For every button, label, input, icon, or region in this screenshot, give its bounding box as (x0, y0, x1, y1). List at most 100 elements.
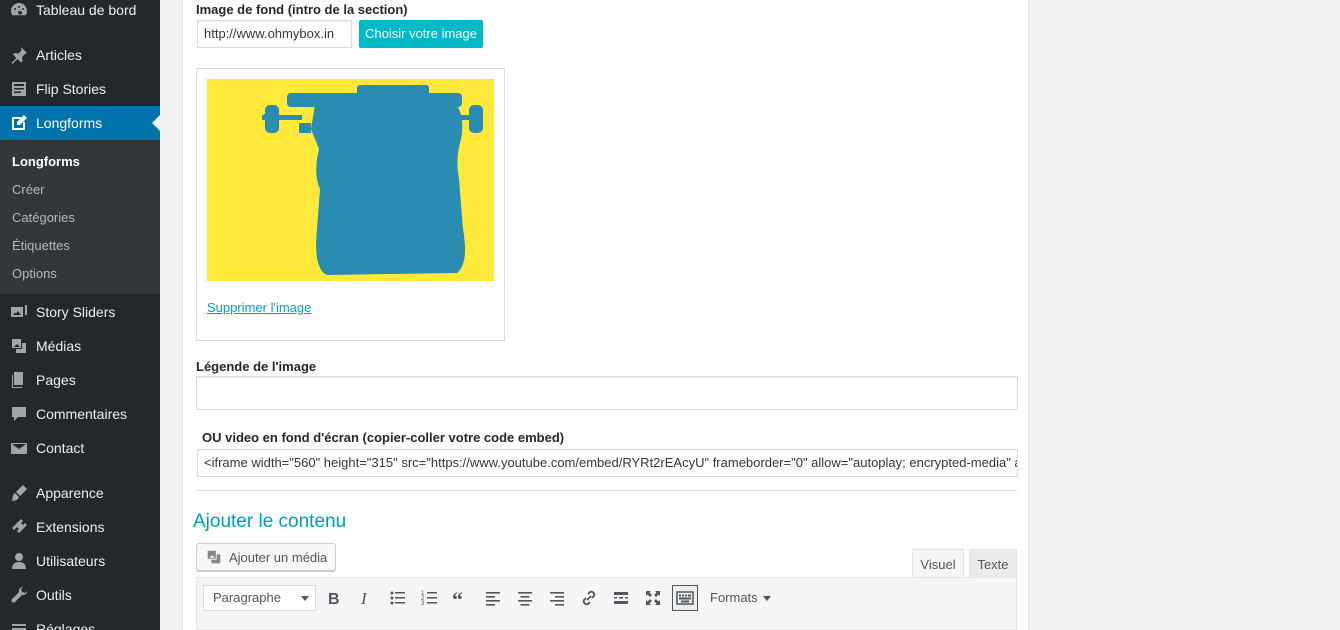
align-right-icon (550, 592, 564, 606)
numbered-list-button[interactable]: 123 (417, 585, 443, 611)
image-preview-box: Supprimer l'image (196, 68, 505, 341)
menu-label: Commentaires (36, 406, 128, 422)
italic-button[interactable]: I (352, 585, 378, 611)
menu-extensions[interactable]: Extensions (0, 510, 160, 544)
align-left-icon (486, 592, 500, 606)
menu-articles[interactable]: Articles (0, 38, 160, 72)
fullscreen-icon (646, 591, 660, 605)
formats-menu[interactable]: Formats (710, 585, 771, 611)
menu-longforms[interactable]: Longforms (0, 106, 160, 140)
menu-commentaires[interactable]: Commentaires (0, 397, 160, 431)
pages-icon (0, 370, 36, 390)
settings-icon (0, 619, 36, 630)
svg-text:B: B (328, 591, 340, 607)
caption-input[interactable] (196, 376, 1018, 410)
bg-image-url-input[interactable]: http://www.ohmybox.in (197, 20, 352, 48)
media-icon (207, 550, 221, 564)
add-media-button[interactable]: Ajouter un média (196, 543, 337, 571)
align-left-button[interactable] (480, 585, 506, 611)
admin-sidebar: Tableau de bord Articles Flip Stories Lo… (0, 0, 160, 630)
menu-flip-stories[interactable]: Flip Stories (0, 72, 160, 106)
mail-icon (0, 438, 36, 458)
divider (196, 490, 1017, 491)
user-icon (0, 551, 36, 571)
menu-dashboard[interactable]: Tableau de bord (0, 0, 160, 27)
align-right-button[interactable] (544, 585, 570, 611)
bold-button[interactable]: B (321, 585, 347, 611)
formats-label: Formats (710, 590, 758, 605)
longforms-submenu: Longforms Créer Catégories Étiquettes Op… (0, 140, 160, 294)
tab-visual[interactable]: Visuel (912, 549, 964, 578)
document-icon (0, 79, 36, 99)
chevron-down-icon (301, 596, 309, 601)
submenu-longforms[interactable]: Longforms (12, 154, 80, 169)
menu-story-sliders[interactable]: Story Sliders (0, 295, 160, 329)
fullscreen-button[interactable] (640, 585, 666, 611)
submenu-creer[interactable]: Créer (12, 182, 45, 197)
video-embed-label: OU video en fond d'écran (copier-coller … (202, 430, 565, 445)
menu-label: Médias (36, 338, 82, 354)
format-select-value: Paragraphe (213, 590, 281, 605)
metabox-panel: Image de fond (intro de la section) http… (182, 0, 1029, 630)
svg-text:“: “ (452, 589, 463, 607)
caption-label: Légende de l'image (196, 359, 317, 374)
menu-label: Story Sliders (36, 304, 116, 320)
menu-reglages[interactable]: Réglages (0, 612, 160, 630)
menu-label: Extensions (36, 519, 105, 535)
blockquote-button[interactable]: “ (448, 585, 474, 611)
svg-text:I: I (360, 589, 368, 607)
editor-toolbar: Paragraphe B I 123 “ Formats (196, 577, 1017, 630)
dashboard-icon (0, 0, 36, 20)
menu-medias[interactable]: Médias (0, 329, 160, 363)
menu-label: Tableau de bord (36, 2, 137, 18)
video-embed-input[interactable]: <iframe width="560" height="315" src="ht… (197, 449, 1018, 477)
menu-label: Réglages (36, 621, 96, 630)
menu-label: Utilisateurs (36, 553, 106, 569)
edit-icon (0, 113, 36, 133)
submenu-categories[interactable]: Catégories (12, 210, 75, 225)
pin-icon (0, 45, 36, 65)
tab-text[interactable]: Texte (969, 549, 1017, 578)
bg-image-label: Image de fond (intro de la section) (196, 2, 408, 17)
menu-utilisateurs[interactable]: Utilisateurs (0, 544, 160, 578)
italic-icon: I (360, 589, 368, 607)
menu-pages[interactable]: Pages (0, 363, 160, 397)
add-content-title: Ajouter le contenu (193, 511, 347, 532)
menu-contact[interactable]: Contact (0, 431, 160, 465)
add-media-label: Ajouter un média (229, 549, 328, 565)
plugin-icon (0, 517, 36, 537)
comment-icon (0, 404, 36, 424)
bold-icon: B (328, 591, 340, 607)
menu-outils[interactable]: Outils (0, 578, 160, 612)
chevron-down-icon (762, 596, 771, 602)
insert-link-button[interactable] (576, 585, 602, 611)
submenu-etiquettes[interactable]: Étiquettes (12, 238, 70, 253)
submenu-options[interactable]: Options (12, 266, 57, 281)
choose-image-button[interactable]: Choisir votre image (359, 20, 483, 48)
link-icon (582, 590, 596, 606)
menu-label: Outils (36, 587, 72, 603)
menu-label: Contact (36, 440, 85, 456)
remove-image-link[interactable]: Supprimer l'image (207, 300, 311, 315)
current-menu-arrow (152, 115, 160, 131)
images-icon (0, 302, 36, 322)
menu-label: Longforms (36, 115, 103, 131)
quote-icon: “ (452, 589, 463, 607)
brush-icon (0, 483, 36, 503)
align-center-button[interactable] (512, 585, 538, 611)
keyboard-icon (676, 591, 694, 605)
menu-label: Articles (36, 47, 82, 63)
media-icon (0, 336, 36, 356)
menu-label: Pages (36, 372, 76, 388)
read-more-icon (614, 592, 628, 604)
wrench-icon (0, 585, 36, 605)
format-select[interactable]: Paragraphe (203, 585, 316, 611)
menu-apparence[interactable]: Apparence (0, 476, 160, 510)
bullet-list-icon (390, 591, 405, 605)
typewriter-image (207, 79, 494, 281)
numbered-list-icon: 123 (421, 591, 437, 607)
toolbar-toggle-button[interactable] (672, 585, 698, 611)
read-more-button[interactable] (608, 585, 634, 611)
menu-label: Flip Stories (36, 81, 107, 97)
bullet-list-button[interactable] (385, 585, 411, 611)
